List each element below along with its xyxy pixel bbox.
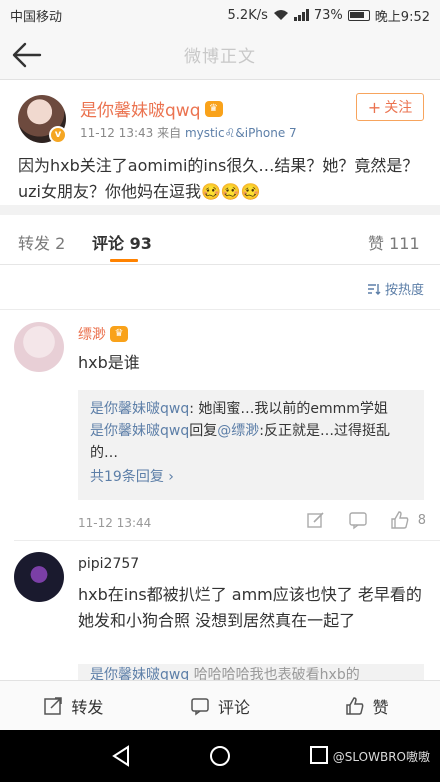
post-author[interactable]: 是你馨妹啵qwq ♛ <box>80 96 223 121</box>
repost-button[interactable]: 转发 <box>0 681 147 730</box>
network-speed: 5.2K/s <box>227 7 268 23</box>
home-circle-icon[interactable] <box>208 744 232 768</box>
page-title: 微博正文 <box>184 47 256 67</box>
back-arrow-icon[interactable] <box>10 39 44 71</box>
repost-label: 转发 <box>71 697 104 717</box>
signal-icon <box>293 9 309 21</box>
wifi-icon <box>273 10 288 20</box>
comment-label: 评论 <box>218 697 251 717</box>
section-divider <box>0 205 440 215</box>
sort-label: 按热度 <box>384 283 424 298</box>
reply-text: 她闺蜜…我以前的emmm学姐 <box>198 401 388 417</box>
source-prefix: 来自 <box>157 126 182 140</box>
verified-badge-icon: v <box>49 126 67 144</box>
thumbs-up-icon <box>345 696 364 715</box>
sort-icon <box>367 283 381 295</box>
tab-like[interactable]: 赞 111 <box>368 230 420 254</box>
follow-button[interactable]: + 关注 <box>356 93 424 121</box>
status-bar: 中国移动 5.2K/s 73% 晚上9:52 <box>0 0 440 30</box>
reply-user[interactable]: 是你馨妹啵qwq <box>90 401 189 417</box>
plus-icon: + <box>367 97 382 117</box>
tab-indicator <box>110 259 138 262</box>
thumbs-up-icon <box>391 511 409 529</box>
tab-repost[interactable]: 转发 2 <box>18 230 65 254</box>
back-triangle-icon[interactable] <box>110 744 132 768</box>
battery-percent: 73% <box>313 7 343 23</box>
post-source[interactable]: mystic♌&iPhone 7 <box>185 126 297 140</box>
reply-box[interactable]: 是你馨妹啵qwq: 她闺蜜…我以前的emmm学姐 是你馨妹啵qwq回复@缥渺:反… <box>78 390 424 500</box>
edit-icon[interactable] <box>306 510 326 530</box>
post-meta: 11-12 13:43 来自 mystic♌&iPhone 7 <box>80 124 297 141</box>
reply-user[interactable]: 是你馨妹啵qwq <box>90 423 189 439</box>
nav-bar: 微博正文 <box>0 30 440 80</box>
commenter-avatar[interactable] <box>14 552 64 602</box>
post-time: 11-12 13:43 <box>80 126 154 140</box>
reply-line: 是你馨妹啵qwq回复@缥渺:反正就是…过得挺乱的… <box>90 420 412 464</box>
author-name[interactable]: 是你馨妹啵qwq <box>80 96 201 121</box>
follow-label: 关注 <box>384 100 413 116</box>
commenter-name[interactable]: pipi2757 <box>78 556 139 572</box>
tab-comment[interactable]: 评论 93 <box>92 230 152 254</box>
like-button[interactable]: 赞 <box>293 681 440 730</box>
commenter[interactable]: pipi2757 <box>78 556 139 572</box>
repost-icon <box>44 696 63 715</box>
reply-mention[interactable]: @缥渺 <box>217 423 259 439</box>
clock: 晚上9:52 <box>374 9 430 25</box>
commenter-name[interactable]: 缥渺 <box>78 324 106 344</box>
recents-square-icon[interactable] <box>308 744 330 766</box>
like-label: 赞 <box>372 697 389 717</box>
bottom-action-bar: 转发 评论 赞 <box>0 680 440 730</box>
comment-bubble-icon[interactable] <box>348 510 368 530</box>
post-content: 因为hxb关注了aomimi的ins很久…结果？她？竟然是？uzi女朋友？你他妈… <box>18 156 419 201</box>
comment-icon <box>191 697 209 715</box>
more-replies-label: 共19条回复 <box>90 469 169 485</box>
comment-time: 11-12 13:44 <box>78 516 152 530</box>
like-count: 8 <box>417 512 426 528</box>
member-crown-icon: ♛ <box>204 100 223 117</box>
sort-bar: 按热度 <box>0 265 440 310</box>
comment-divider <box>14 540 440 541</box>
post-tabs: 转发 2 评论 93 赞 111 <box>0 215 440 265</box>
commenter[interactable]: 缥渺 ♛ <box>78 324 128 344</box>
system-nav-bar: @SLOWBRO嗷嗷 <box>0 730 440 782</box>
reply-word: 回复 <box>189 423 218 439</box>
reply-line: 是你馨妹啵qwq: 她闺蜜…我以前的emmm学姐 <box>90 398 412 420</box>
sort-by-heat-button[interactable]: 按热度 <box>367 279 424 298</box>
like-button[interactable]: 8 <box>390 510 426 530</box>
comment-actions: 8 <box>306 510 426 530</box>
comment-text: hxb是谁 <box>78 353 140 372</box>
chevron-right-icon: › <box>168 469 174 485</box>
more-replies-link[interactable]: 共19条回复 › <box>90 466 412 488</box>
comment-button[interactable]: 评论 <box>147 681 294 730</box>
battery-icon <box>347 9 370 21</box>
commenter-avatar[interactable] <box>14 322 64 372</box>
member-crown-icon: ♛ <box>110 326 128 342</box>
carrier-label: 中国移动 <box>10 9 63 25</box>
watermark: @SLOWBRO嗷嗷 <box>332 750 430 764</box>
comment-text: hxb在ins都被扒烂了 amm应该也快了 老早看的她发和小狗合照 没想到居然真… <box>78 585 422 630</box>
